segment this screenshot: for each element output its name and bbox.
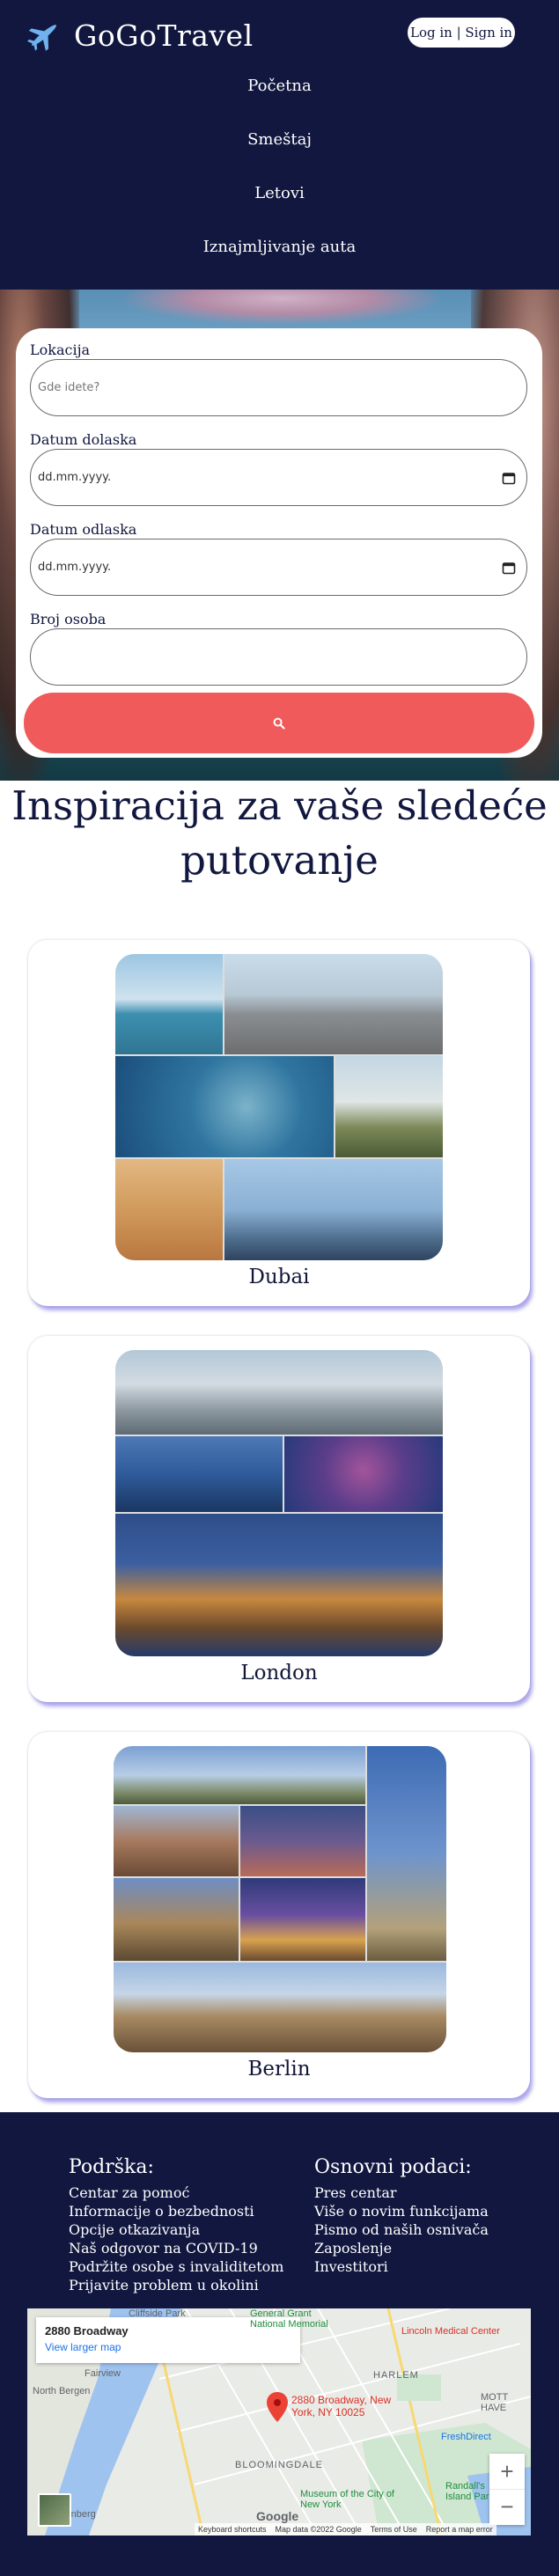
map-footer-item[interactable]: Terms of Use [371, 2525, 417, 2534]
map-zoom-control: + − [489, 2454, 525, 2525]
arrival-date-input[interactable]: dd.mm.yyyy. [30, 449, 527, 506]
nav-item-accommodation[interactable]: Smeštaj [0, 124, 559, 178]
city-card-london[interactable]: London [28, 1336, 530, 1702]
footer-link[interactable]: Naš odgovor na COVID-19 [69, 2239, 283, 2257]
city-collage [115, 954, 443, 1260]
departure-date-input[interactable]: dd.mm.yyyy. [30, 539, 527, 596]
map-pin[interactable] [267, 2392, 288, 2426]
city-card-berlin[interactable]: Berlin [28, 1732, 530, 2098]
map-label: Fairview [85, 2368, 121, 2379]
map-label: BLOOMINGDALE [235, 2460, 324, 2470]
collage-image [224, 1159, 443, 1260]
footer-link[interactable]: Više o novim funkcijama [314, 2202, 489, 2220]
departure-label: Datum odlaska [30, 521, 137, 538]
footer-link[interactable]: Prijavite problem u okolini [69, 2276, 283, 2294]
main-nav: Početna Smeštaj Letovi Iznajmljivanje au… [0, 70, 559, 285]
location-placeholder: Gde idete? [38, 381, 100, 394]
collage-image [115, 1350, 443, 1435]
collage-image [284, 1436, 443, 1512]
collage-image [224, 954, 443, 1054]
nav-item-car-rental[interactable]: Iznajmljivanje auta [0, 231, 559, 285]
search-button[interactable] [24, 693, 534, 753]
airplane-icon [26, 25, 56, 51]
city-collage [114, 1746, 446, 2052]
map-label: General Grant National Memorial [250, 2308, 328, 2330]
logo-text: GoGoTravel [74, 18, 254, 53]
footer-link[interactable]: Opcije otkazivanja [69, 2220, 283, 2239]
map-footer-item: Map data ©2022 Google [275, 2525, 362, 2534]
collage-image [114, 1963, 446, 2052]
map-footer-item[interactable]: Report a map error [426, 2525, 493, 2534]
footer-link[interactable]: Informacije o bezbednosti [69, 2202, 283, 2220]
map-footer: Keyboard shortcuts Map data ©2022 Google… [195, 2523, 496, 2536]
footer-support: Podrška: Centar za pomoć Informacije o b… [69, 2156, 283, 2294]
map-footer-item[interactable]: Keyboard shortcuts [198, 2525, 267, 2534]
city-collage [115, 1350, 443, 1656]
map-larger-link[interactable]: View larger map [45, 2341, 291, 2353]
nav-item-flights[interactable]: Letovi [0, 178, 559, 231]
location-label: Lokacija [30, 341, 91, 358]
city-card-dubai[interactable]: Dubai [28, 940, 530, 1306]
city-name: Dubai [248, 1266, 310, 1288]
guests-label: Broj osoba [30, 611, 107, 627]
login-button[interactable]: Log in | Sign in [408, 18, 515, 48]
collage-image [240, 1806, 365, 1876]
footer-basic-title: Osnovni podaci: [314, 2156, 472, 2178]
footer-link[interactable]: Pres centar [314, 2183, 489, 2202]
collage-image [115, 1159, 223, 1260]
footer-support-title: Podrška: [69, 2156, 154, 2178]
footer-link[interactable]: Zaposlenje [314, 2239, 489, 2257]
arrival-label: Datum dolaska [30, 431, 137, 448]
footer-basic: Osnovni podaci: Pres centar Više o novim… [314, 2156, 489, 2276]
search-icon [273, 717, 285, 730]
calendar-icon[interactable] [502, 561, 516, 575]
location-input[interactable]: Gde idete? [30, 359, 527, 416]
collage-image [115, 954, 223, 1054]
footer-link[interactable]: Investitori [314, 2257, 489, 2276]
footer-link[interactable]: Centar za pomoć [69, 2183, 283, 2202]
guests-input[interactable] [30, 628, 527, 686]
map-pin-icon [267, 2392, 288, 2422]
departure-date-value: dd.mm.yyyy. [38, 561, 112, 574]
footer-link[interactable]: Pismo od naših osnivača [314, 2220, 489, 2239]
map-pin-label: 2880 Broadway, New York, NY 10025 [291, 2394, 392, 2418]
map-label: North Bergen [33, 2386, 91, 2396]
logo[interactable]: GoGoTravel [25, 16, 254, 55]
map-label: FreshDirect [441, 2432, 491, 2442]
zoom-out-button[interactable]: − [489, 2489, 525, 2524]
map-label: Cliffside Park [129, 2308, 186, 2319]
collage-image [240, 1878, 365, 1961]
zoom-in-button[interactable]: + [489, 2454, 525, 2489]
embedded-map[interactable]: 2880 Broadway View larger map Cliffside … [27, 2308, 531, 2536]
google-logo: Google [256, 2509, 299, 2523]
inspiration-title: Inspiracija za vaše sledeće putovanje [11, 782, 548, 884]
collage-image [367, 1746, 446, 1961]
collage-image [114, 1806, 239, 1876]
map-label: MOTT HAVE [481, 2392, 508, 2413]
satellite-toggle[interactable] [38, 2493, 71, 2527]
city-name: Berlin [247, 2058, 311, 2081]
collage-image [335, 1056, 443, 1157]
collage-image [114, 1878, 239, 1961]
map-label: Lincoln Medical Center [401, 2326, 500, 2337]
nav-item-home[interactable]: Početna [0, 70, 559, 124]
map-label: Museum of the City of New York [300, 2489, 394, 2510]
arrival-date-value: dd.mm.yyyy. [38, 471, 112, 484]
site-header: GoGoTravel Log in | Sign in Početna Smeš… [0, 0, 559, 290]
collage-image [115, 1436, 283, 1512]
collage-image [115, 1056, 334, 1157]
calendar-icon[interactable] [502, 471, 516, 485]
collage-image [114, 1746, 365, 1804]
footer-link[interactable]: Podržite osobe s invaliditetom [69, 2257, 283, 2276]
collage-image [115, 1514, 443, 1656]
city-name: London [240, 1662, 318, 1684]
hero-blossom [123, 290, 440, 325]
map-label: HARLEM [373, 2370, 419, 2381]
